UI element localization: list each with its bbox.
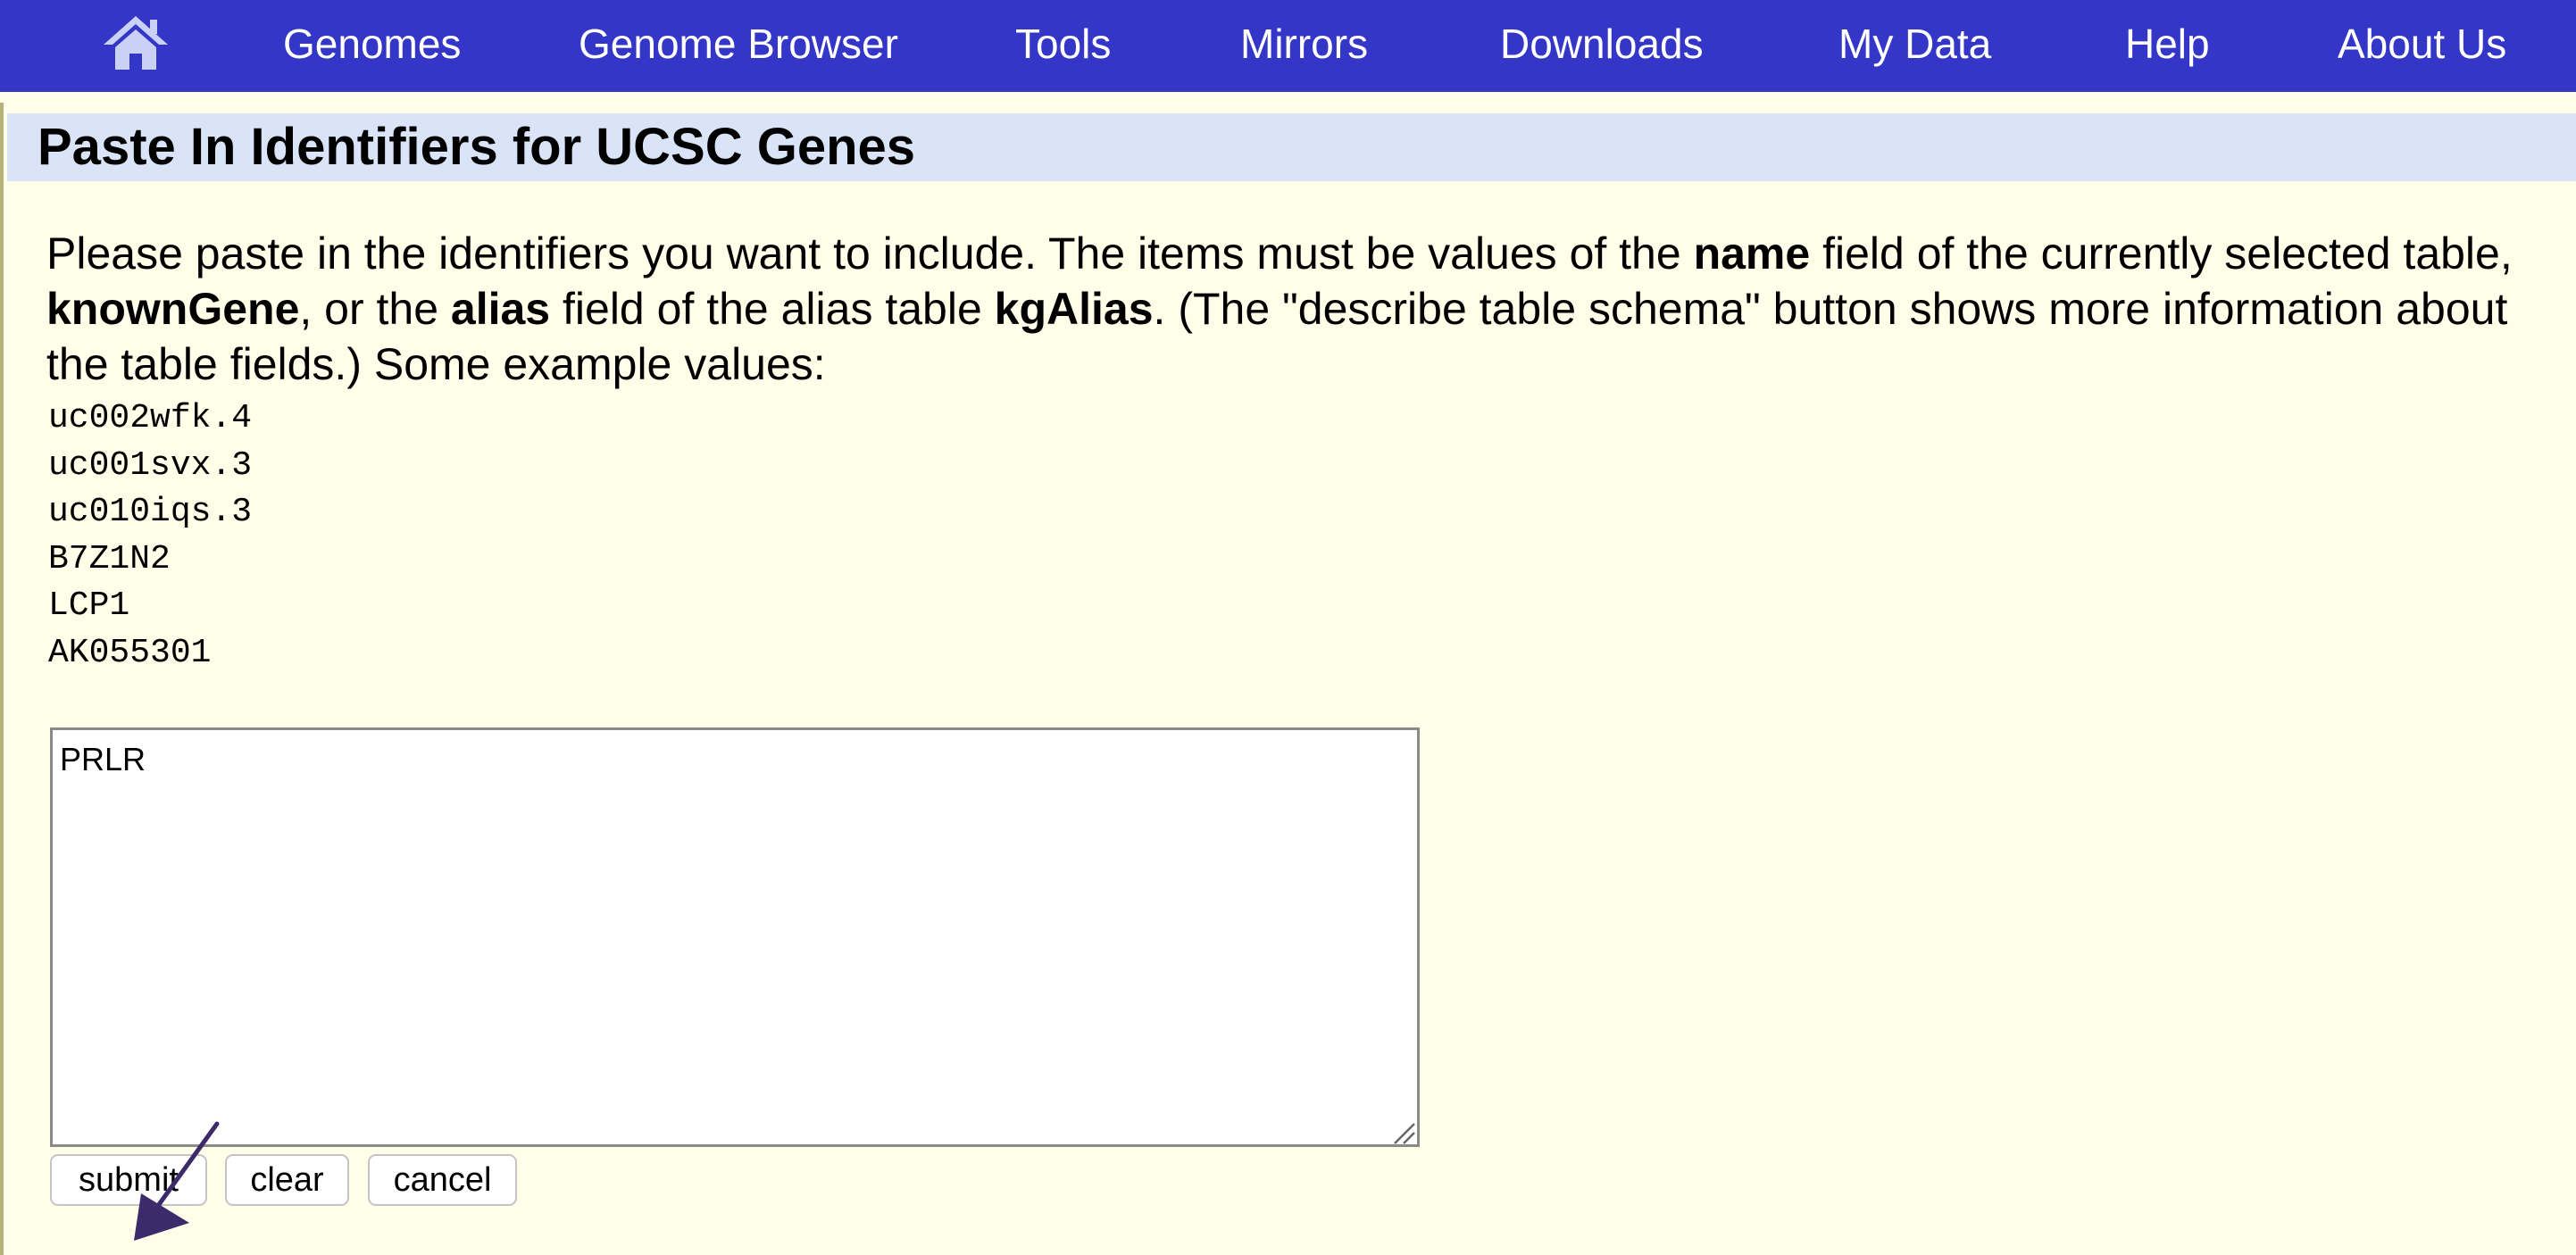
instructions-part: field of the currently selected table, [1810, 229, 2513, 278]
identifiers-paste-input[interactable]: PRLR [50, 727, 1420, 1147]
home-icon[interactable] [100, 12, 171, 71]
example-values-list: uc002wfk.4 uc001svx.3 uc010iqs.3 B7Z1N2 … [48, 395, 252, 677]
nav-help[interactable]: Help [2125, 0, 2210, 89]
cancel-button[interactable]: cancel [368, 1154, 517, 1206]
example-value: B7Z1N2 [48, 539, 171, 578]
nav-genomes[interactable]: Genomes [283, 0, 461, 89]
example-value: AK055301 [48, 633, 212, 672]
nav-mirrors[interactable]: Mirrors [1240, 0, 1368, 89]
main-content: Paste In Identifiers for UCSC Genes Plea… [0, 103, 2576, 1255]
example-value: uc002wfk.4 [48, 399, 253, 437]
nav-genome-browser[interactable]: Genome Browser [579, 0, 898, 89]
table-name-emphasis: knownGene [46, 284, 300, 334]
page-title: Paste In Identifiers for UCSC Genes [38, 118, 916, 176]
submit-button[interactable]: submit [50, 1154, 207, 1206]
instructions-part: Please paste in the identifiers you want… [46, 229, 1694, 278]
alias-field-emphasis: alias [450, 284, 551, 334]
nav-downloads[interactable]: Downloads [1500, 0, 1704, 89]
nav-my-data[interactable]: My Data [1838, 0, 1991, 89]
nav-tools[interactable]: Tools [1015, 0, 1111, 89]
example-value: LCP1 [48, 586, 130, 625]
clear-button[interactable]: clear [225, 1154, 349, 1206]
field-name-emphasis: name [1693, 229, 1811, 278]
instructions-text: Please paste in the identifiers you want… [46, 226, 2547, 392]
example-value: uc010iqs.3 [48, 493, 253, 531]
instructions-part: field of the alias table [550, 284, 995, 334]
alias-table-emphasis: kgAlias [994, 284, 1154, 334]
title-bar: Paste In Identifiers for UCSC Genes [7, 113, 2576, 181]
instructions-part: , or the [299, 284, 451, 334]
example-value: uc001svx.3 [48, 445, 253, 485]
top-navigation-bar: Genomes Genome Browser Tools Mirrors Dow… [0, 0, 2576, 92]
resize-grip-icon[interactable] [1389, 1118, 1416, 1145]
nav-about-us[interactable]: About Us [2338, 0, 2506, 89]
